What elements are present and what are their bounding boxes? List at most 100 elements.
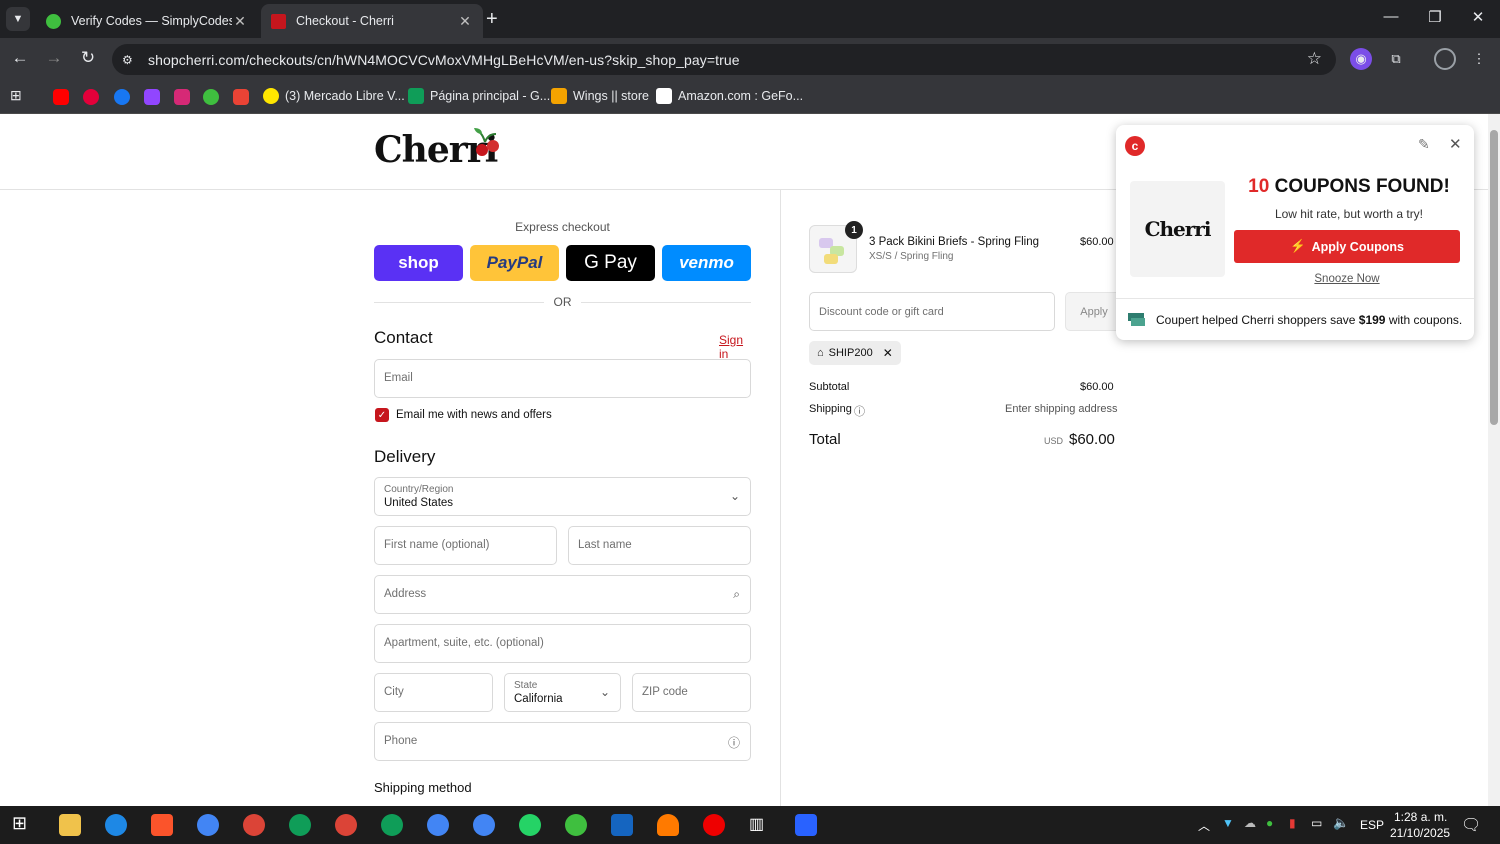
bookmark-google-drive[interactable]: Página principal - G...: [408, 88, 550, 104]
chrome-icon[interactable]: [197, 814, 219, 836]
calculator-icon[interactable]: [795, 814, 817, 836]
chrome-profile-icon[interactable]: [427, 814, 449, 836]
minimize-icon[interactable]: —: [1376, 8, 1406, 25]
chrome-profile-icon[interactable]: [473, 814, 495, 836]
product-variant: XS/S / Spring Fling: [869, 251, 954, 262]
apply-discount-button[interactable]: Apply: [1065, 292, 1123, 331]
paypal-button[interactable]: PayPal: [470, 245, 559, 281]
lightning-icon: ⚡: [1290, 239, 1306, 253]
shipping-label: Shipping: [809, 403, 852, 415]
close-tab-icon[interactable]: ✕: [232, 13, 248, 30]
bookmark-wings-store[interactable]: Wings || store: [551, 88, 649, 104]
extension-coupert-icon[interactable]: ◉: [1350, 48, 1372, 70]
shop-pay-button[interactable]: shop: [374, 245, 463, 281]
simplycodes-app-icon[interactable]: [565, 814, 587, 836]
reload-icon[interactable]: ↻: [77, 48, 99, 68]
language-indicator[interactable]: ESP: [1360, 818, 1384, 832]
email-field[interactable]: Email: [374, 359, 751, 398]
gmail-icon[interactable]: [233, 89, 249, 105]
edit-icon[interactable]: ✎: [1418, 136, 1430, 153]
chrome-profile-icon[interactable]: [381, 814, 403, 836]
discount-input[interactable]: Discount code or gift card: [809, 292, 1055, 331]
cloud-tray-icon[interactable]: ☁: [1244, 816, 1256, 830]
menu-kebab-icon[interactable]: ⋮: [1468, 48, 1490, 70]
back-icon[interactable]: ←: [9, 48, 31, 68]
close-window-icon[interactable]: ✕: [1463, 8, 1493, 26]
apply-coupons-button[interactable]: ⚡ Apply Coupons: [1234, 230, 1460, 263]
first-name-field[interactable]: First name (optional): [374, 526, 557, 565]
site-info-icon[interactable]: ⚙: [122, 53, 138, 67]
chrome-profile-icon[interactable]: [335, 814, 357, 836]
volume-icon[interactable]: 🔈: [1333, 815, 1349, 831]
edge-icon[interactable]: [105, 814, 127, 836]
soundcloud-icon[interactable]: [657, 814, 679, 836]
windows-start-icon[interactable]: ⊞: [12, 813, 34, 835]
vpn-tray-icon[interactable]: ▼: [1222, 816, 1234, 830]
tab-title: Checkout - Cherri: [296, 14, 394, 28]
extensions-puzzle-icon[interactable]: ⧉: [1385, 48, 1407, 70]
brave-icon[interactable]: [151, 814, 173, 836]
forward-icon[interactable]: →: [43, 48, 65, 68]
shipping-help-icon[interactable]: ⓘ: [854, 403, 865, 419]
simplycodes-icon[interactable]: [203, 89, 219, 105]
amazon-icon: [656, 88, 672, 104]
country-select[interactable]: Country/Region United States ⌄: [374, 477, 751, 516]
state-select[interactable]: State California ⌄: [504, 673, 621, 712]
google-pay-button[interactable]: G Pay: [566, 245, 655, 281]
hit-rate-text: Low hit rate, but worth a try!: [1274, 207, 1424, 221]
delivery-heading: Delivery: [374, 447, 436, 466]
chrome-profile-icon[interactable]: [289, 814, 311, 836]
browser-toolbar: ← → ↻ ⚙ shopcherri.com/checkouts/cn/hWN4…: [0, 38, 1500, 80]
page-scrollbar[interactable]: [1488, 114, 1500, 806]
contact-heading: Contact: [374, 328, 433, 347]
clock-date[interactable]: 21/10/2025: [1390, 826, 1450, 840]
help-circle-icon[interactable]: ⓘ: [728, 734, 740, 751]
new-tab-button[interactable]: +: [486, 7, 498, 31]
bookmark-star-icon[interactable]: ☆: [1307, 49, 1322, 69]
last-name-field[interactable]: Last name: [568, 526, 751, 565]
twitch-icon[interactable]: [144, 89, 160, 105]
browser-chrome: ▼ Verify Codes — SimplyCodes ✕ Checkout …: [0, 0, 1500, 114]
facebook-icon[interactable]: [114, 89, 130, 105]
address-field[interactable]: Address ⌕: [374, 575, 751, 614]
cherry-logo-icon: [474, 128, 499, 156]
chevron-down-icon: ⌄: [729, 489, 740, 503]
tab-search-button[interactable]: ▼: [6, 7, 30, 31]
clock-time[interactable]: 1:28 a. m.: [1394, 810, 1447, 824]
bookmark-mercadolibre[interactable]: (3) Mercado Libre V...: [263, 88, 405, 104]
venmo-button[interactable]: venmo: [662, 245, 751, 281]
chrome-profile-icon[interactable]: [243, 814, 265, 836]
applied-discount-tag: ⌂ SHIP200 ✕: [809, 341, 901, 365]
remove-discount-icon[interactable]: ✕: [883, 346, 893, 360]
address-bar[interactable]: ⚙ shopcherri.com/checkouts/cn/hWN4MOCVCv…: [112, 44, 1336, 75]
simplycodes-tray-icon[interactable]: ●: [1266, 816, 1273, 830]
show-hidden-icons-icon[interactable]: ︿: [1198, 817, 1210, 834]
drive-icon: [408, 88, 424, 104]
zip-field[interactable]: ZIP code: [632, 673, 751, 712]
instagram-icon[interactable]: [174, 89, 190, 105]
profile-avatar[interactable]: [1434, 48, 1456, 70]
youtube-music-icon[interactable]: [83, 89, 99, 105]
phone-field[interactable]: Phone ⓘ: [374, 722, 751, 761]
tab-simplycodes[interactable]: Verify Codes — SimplyCodes ✕: [36, 4, 258, 38]
apartment-field[interactable]: Apartment, suite, etc. (optional): [374, 624, 751, 663]
close-popup-icon[interactable]: ✕: [1449, 135, 1462, 153]
network-icon[interactable]: ▭: [1311, 816, 1322, 830]
youtube-icon[interactable]: [53, 89, 69, 105]
audio-tray-icon[interactable]: ▮: [1289, 816, 1296, 830]
apps-grid-icon[interactable]: ⊞: [10, 87, 26, 103]
bookmark-amazon[interactable]: Amazon.com : GeFo...: [656, 88, 803, 104]
vpn-icon[interactable]: [611, 814, 633, 836]
close-tab-icon[interactable]: ✕: [457, 13, 473, 30]
restore-icon[interactable]: ❐: [1420, 8, 1450, 26]
notifications-icon[interactable]: 🗨: [1461, 815, 1481, 835]
whatsapp-icon[interactable]: [519, 814, 541, 836]
audio-levels-icon[interactable]: ▥: [749, 814, 771, 836]
file-explorer-icon[interactable]: [59, 814, 81, 836]
youtube-music-app-icon[interactable]: [703, 814, 725, 836]
snooze-link[interactable]: Snooze Now: [1234, 273, 1460, 285]
sign-in-link[interactable]: Sign in: [719, 333, 751, 361]
tab-checkout-cherri[interactable]: Checkout - Cherri ✕: [261, 4, 483, 38]
city-field[interactable]: City: [374, 673, 493, 712]
newsletter-checkbox[interactable]: ✓: [375, 408, 389, 422]
